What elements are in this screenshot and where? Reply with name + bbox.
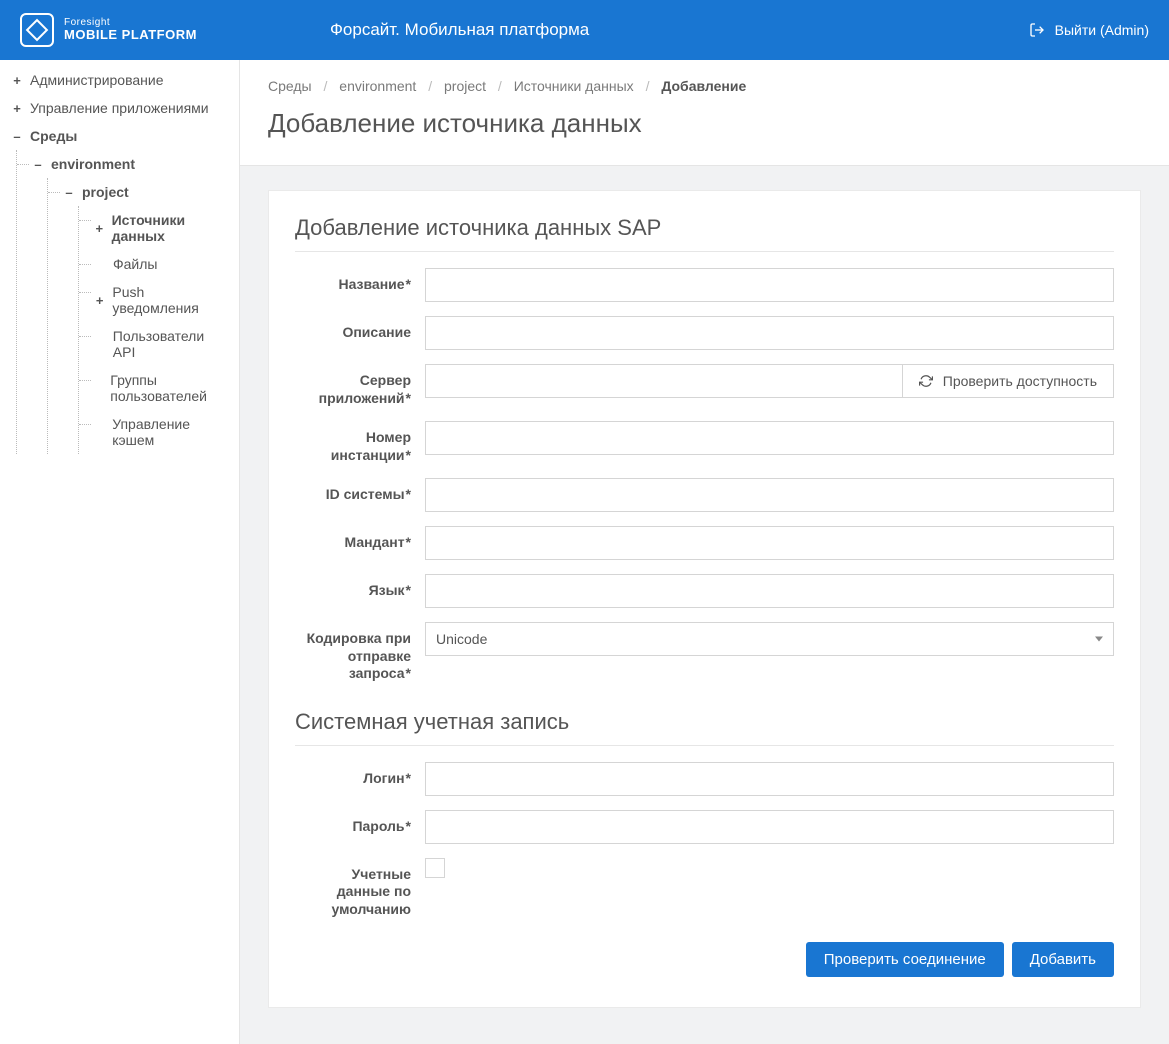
check-availability-label: Проверить доступность <box>943 373 1097 389</box>
nav-data-sources[interactable]: + Источники данных <box>79 206 239 250</box>
nav-push-label: Push уведомления <box>112 284 229 316</box>
crumb-current: Добавление <box>661 78 746 94</box>
nav-files[interactable]: · Файлы <box>79 250 239 278</box>
nav-environment-label: environment <box>51 156 135 172</box>
section-title-main: Добавление источника данных SAP <box>295 215 1114 252</box>
app-server-input[interactable] <box>425 364 903 398</box>
nav-environment[interactable]: – environment <box>17 150 239 178</box>
brand-line2: MOBILE PLATFORM <box>64 28 197 42</box>
instance-input[interactable] <box>425 421 1114 455</box>
section-title-account: Системная учетная запись <box>295 709 1114 746</box>
plus-icon: + <box>93 221 106 236</box>
crumb-environment[interactable]: environment <box>339 78 416 94</box>
encoding-value: Unicode <box>436 631 487 647</box>
logo-icon <box>20 13 54 47</box>
label-password: Пароль <box>295 810 425 836</box>
nav-apps-label: Управление приложениями <box>30 100 209 116</box>
crumb-project[interactable]: project <box>444 78 486 94</box>
label-login: Логин <box>295 762 425 788</box>
login-input[interactable] <box>425 762 1114 796</box>
nav-data-sources-label: Источники данных <box>112 212 229 244</box>
check-connection-button[interactable]: Проверить соединение <box>806 942 1004 977</box>
nav-files-label: Файлы <box>113 256 157 272</box>
add-button[interactable]: Добавить <box>1012 942 1114 977</box>
label-language: Язык <box>295 574 425 600</box>
logout-button[interactable]: Выйти (Admin) <box>1029 22 1149 38</box>
language-input[interactable] <box>425 574 1114 608</box>
system-id-input[interactable] <box>425 478 1114 512</box>
label-encoding: Кодировка при отправке запроса <box>295 622 425 683</box>
nav-cache[interactable]: · Управление кэшем <box>79 410 239 454</box>
nav-api-users[interactable]: · Пользователи API <box>79 322 239 366</box>
app-header: Foresight MOBILE PLATFORM Форсайт. Мобил… <box>0 0 1169 60</box>
label-name: Название <box>295 268 425 294</box>
logout-icon <box>1029 22 1045 38</box>
label-app-server: Сервер приложений <box>295 364 425 407</box>
nav-user-groups-label: Группы пользователей <box>110 372 229 404</box>
logout-label: Выйти (Admin) <box>1055 22 1149 38</box>
label-instance: Номер инстанции <box>295 421 425 464</box>
description-input[interactable] <box>425 316 1114 350</box>
form-panel: Добавление источника данных SAP Название… <box>268 190 1141 1008</box>
plus-icon: + <box>93 293 106 308</box>
logo: Foresight MOBILE PLATFORM <box>20 13 240 47</box>
header-title: Форсайт. Мобильная платформа <box>240 20 1029 40</box>
sidebar: + Администрирование + Управление приложе… <box>0 60 240 1044</box>
client-input[interactable] <box>425 526 1114 560</box>
check-availability-button[interactable]: Проверить доступность <box>903 364 1114 398</box>
plus-icon: + <box>10 73 24 88</box>
crumb-environments[interactable]: Среды <box>268 78 312 94</box>
minus-icon: – <box>31 157 45 172</box>
chevron-down-icon <box>1095 637 1103 642</box>
page-title: Добавление источника данных <box>268 108 1141 139</box>
minus-icon: – <box>10 129 24 144</box>
label-system-id: ID системы <box>295 478 425 504</box>
nav-admin-label: Администрирование <box>30 72 164 88</box>
default-creds-checkbox[interactable] <box>425 858 445 878</box>
nav-cache-label: Управление кэшем <box>112 416 229 448</box>
nav-user-groups[interactable]: · Группы пользователей <box>79 366 239 410</box>
nav-environments[interactable]: – Среды <box>0 122 239 150</box>
refresh-icon <box>919 374 933 388</box>
nav-environments-label: Среды <box>30 128 77 144</box>
label-client: Мандант <box>295 526 425 552</box>
plus-icon: + <box>10 101 24 116</box>
minus-icon: – <box>62 185 76 200</box>
nav-admin[interactable]: + Администрирование <box>0 66 239 94</box>
password-input[interactable] <box>425 810 1114 844</box>
nav-project[interactable]: – project <box>48 178 239 206</box>
nav-api-users-label: Пользователи API <box>113 328 229 360</box>
label-default-creds: Учетные данные по умолчанию <box>295 858 425 919</box>
nav-project-label: project <box>82 184 129 200</box>
breadcrumb: Среды / environment / project / Источник… <box>268 78 1141 94</box>
nav-push[interactable]: + Push уведомления <box>79 278 239 322</box>
main-content: Среды / environment / project / Источник… <box>240 60 1169 1044</box>
encoding-select[interactable]: Unicode <box>425 622 1114 656</box>
label-description: Описание <box>295 316 425 342</box>
nav-apps[interactable]: + Управление приложениями <box>0 94 239 122</box>
name-input[interactable] <box>425 268 1114 302</box>
crumb-data-sources[interactable]: Источники данных <box>514 78 634 94</box>
